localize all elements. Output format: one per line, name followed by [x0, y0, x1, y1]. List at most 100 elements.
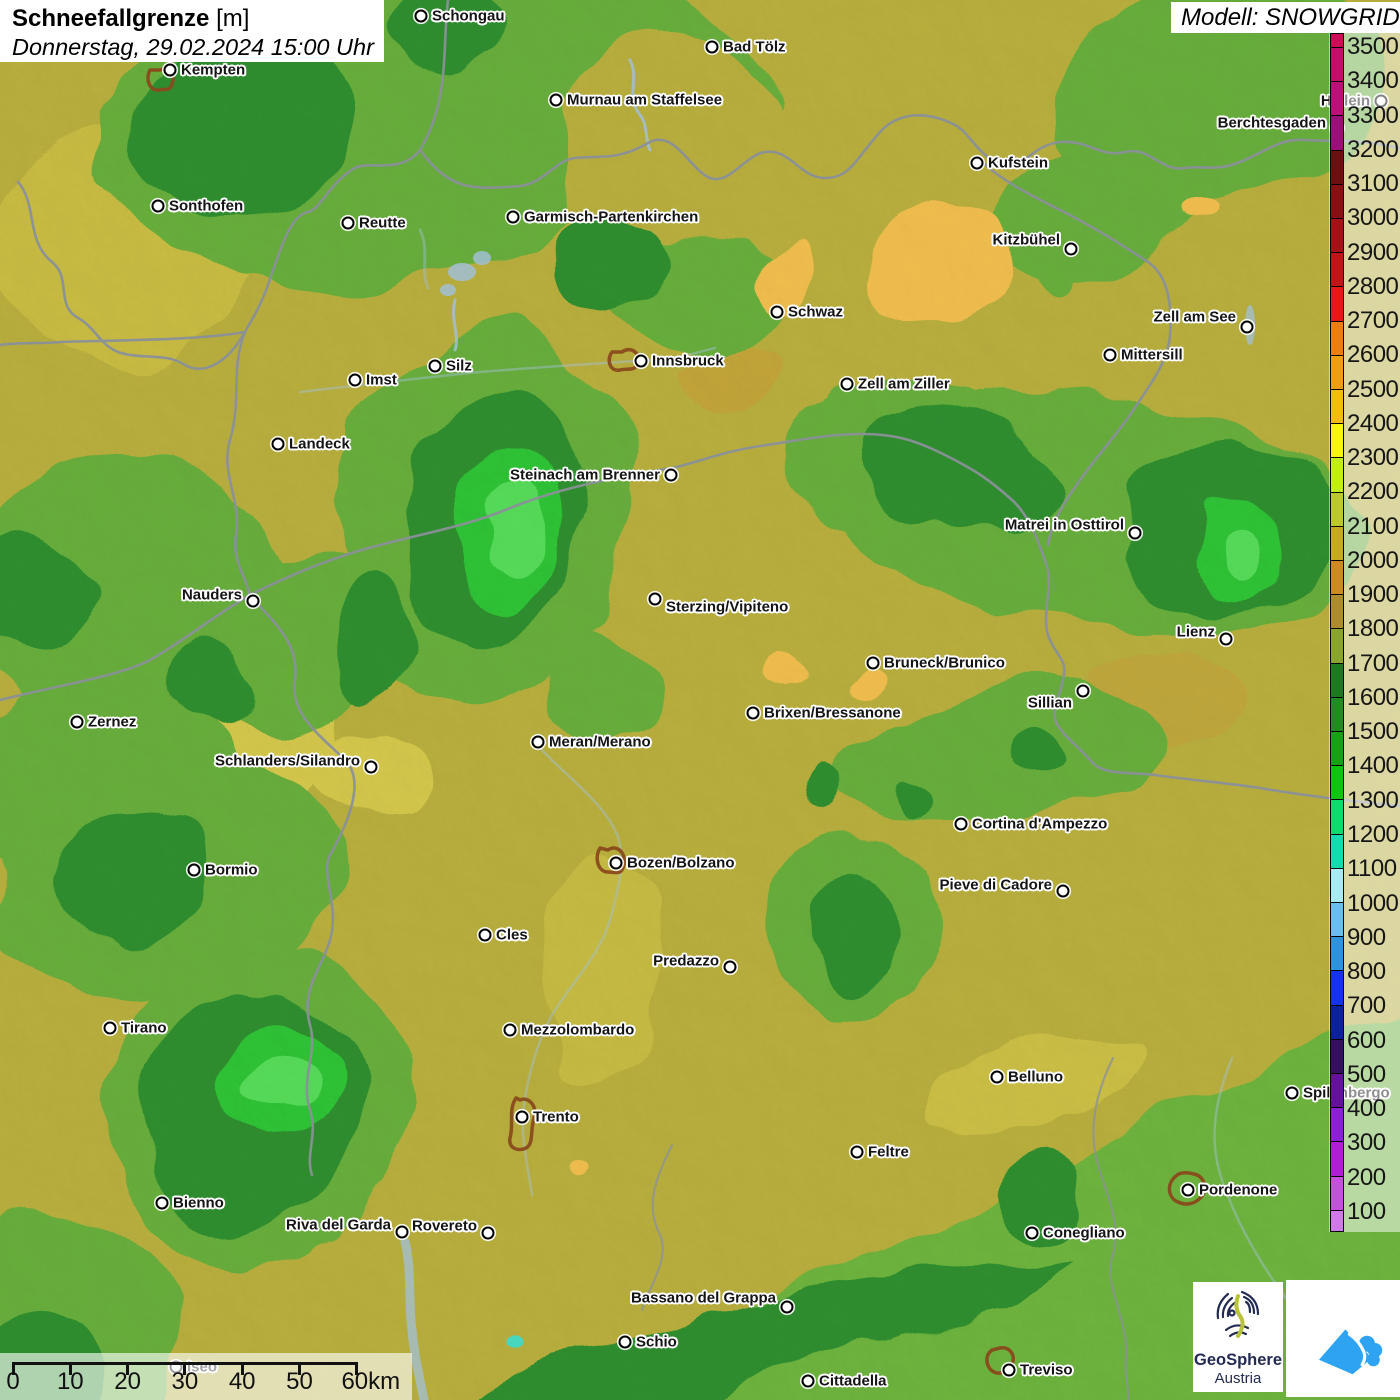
colorbar-tick-label: 500 [1347, 1061, 1386, 1089]
colorbar-band [1331, 390, 1343, 424]
colorbar-band [1331, 1108, 1343, 1142]
colorbar-band [1331, 800, 1343, 834]
city-label: Steinach am Brenner [510, 467, 660, 484]
city-label: Nauders [182, 587, 242, 604]
title-unit: [m] [216, 5, 249, 32]
geosphere-country: Austria [1193, 1370, 1283, 1388]
city-dot [619, 1336, 632, 1349]
colorbar-band [1331, 356, 1343, 390]
city-label: Brixen/Bressanone [764, 705, 901, 722]
city-dot [802, 1375, 815, 1388]
page-title: Schneefallgrenze [m] [12, 5, 384, 33]
city-label: Kufstein [988, 155, 1048, 172]
city-dot [272, 438, 285, 451]
city-label: Cles [496, 927, 528, 944]
avalanche-report-logo [1286, 1280, 1400, 1397]
city-dot [635, 355, 648, 368]
city-label: Schwaz [788, 304, 843, 321]
city-dot [247, 595, 260, 608]
colorbar-band [1331, 903, 1343, 937]
city-dot [867, 657, 880, 670]
city-dot [479, 929, 492, 942]
colorbar-band [1331, 1142, 1343, 1176]
city-label: Innsbruck [652, 353, 724, 370]
city-label: Schlanders/Silandro [215, 753, 360, 770]
colorbar [1330, 33, 1344, 1232]
city-label: Cittadella [819, 1373, 887, 1390]
city-label: Feltre [868, 1144, 909, 1161]
city-dot [516, 1111, 529, 1124]
colorbar-tick-label: 3100 [1347, 170, 1398, 198]
city-dot [482, 1227, 495, 1240]
city-dot [610, 857, 623, 870]
scale-bar: 0102030405060km [0, 1353, 412, 1400]
scale-bar-label: 50 [286, 1368, 313, 1396]
colorbar-tick-label: 3400 [1347, 67, 1398, 95]
city-dot [1220, 633, 1233, 646]
city-dot [152, 200, 165, 213]
scale-bar-label: 0 [6, 1368, 19, 1396]
city-dot [706, 41, 719, 54]
city-label: Bad Tölz [723, 39, 786, 56]
geosphere-contours-icon [1208, 1286, 1268, 1346]
colorbar-tick-label: 1000 [1347, 890, 1398, 918]
colorbar-tick-label: 2800 [1347, 273, 1398, 301]
colorbar-band [1331, 835, 1343, 869]
city-dot [851, 1146, 864, 1159]
colorbar-band [1331, 1074, 1343, 1108]
city-dot [164, 64, 177, 77]
colorbar-tick-label: 1600 [1347, 684, 1398, 712]
geosphere-org-name: GeoSphere [1193, 1351, 1283, 1370]
colorbar-tick-label: 100 [1347, 1198, 1386, 1226]
colorbar-tick-label: 3500 [1347, 33, 1398, 61]
city-label: Sonthofen [169, 198, 243, 215]
scale-bar-label: 30 [172, 1368, 199, 1396]
city-label: Bormio [205, 862, 258, 879]
city-dot [747, 707, 760, 720]
city-dot [1077, 685, 1090, 698]
colorbar-tick-label: 3300 [1347, 102, 1398, 130]
colorbar-tick-label: 900 [1347, 924, 1386, 952]
colorbar-band [1331, 595, 1343, 629]
city-label: Lienz [1177, 624, 1215, 641]
colorbar-band [1331, 698, 1343, 732]
model-label: Modell: SNOWGRID [1171, 2, 1400, 33]
colorbar-tick-label: 2000 [1347, 547, 1398, 575]
scale-bar-label: 20 [114, 1368, 141, 1396]
city-label: Sterzing/Vipiteno [666, 599, 788, 616]
city-label: Pordenone [1199, 1182, 1277, 1199]
colorbar-band [1331, 664, 1343, 698]
colorbar-band [1331, 561, 1343, 595]
city-label: Mezzolombardo [521, 1022, 634, 1039]
city-label: Pieve di Cadore [939, 877, 1052, 894]
colorbar-band [1331, 527, 1343, 561]
colorbar-band [1331, 629, 1343, 663]
colorbar-tick-label: 1500 [1347, 718, 1398, 746]
colorbar-band [1331, 1211, 1343, 1231]
city-dot [104, 1022, 117, 1035]
city-dot [188, 864, 201, 877]
city-dot [1065, 243, 1078, 256]
city-dot [365, 761, 378, 774]
city-dot [1104, 349, 1117, 362]
valid-datetime: Donnerstag, 29.02.2024 15:00 Uhr [12, 33, 384, 61]
city-label: Rovereto [412, 1218, 477, 1235]
city-dot [724, 961, 737, 974]
colorbar-tick-label: 2100 [1347, 513, 1398, 541]
city-label: Garmisch-Partenkirchen [524, 209, 698, 226]
colorbar-band [1331, 937, 1343, 971]
colorbar-band [1331, 253, 1343, 287]
colorbar-tick-label: 1100 [1347, 855, 1397, 883]
city-dot [507, 211, 520, 224]
colorbar-tick-label: 200 [1347, 1164, 1386, 1192]
colorbar-band [1331, 493, 1343, 527]
colorbar-tick-label: 1400 [1347, 752, 1398, 780]
city-label: Cortina d'Ampezzo [972, 816, 1107, 833]
scale-bar-label: 60km [341, 1368, 400, 1396]
city-dot [955, 818, 968, 831]
colorbar-tick-label: 2700 [1347, 307, 1398, 335]
city-dot [71, 716, 84, 729]
colorbar-tick-label: 3200 [1347, 136, 1398, 164]
city-label: Kempten [181, 62, 245, 79]
city-dot [532, 736, 545, 749]
